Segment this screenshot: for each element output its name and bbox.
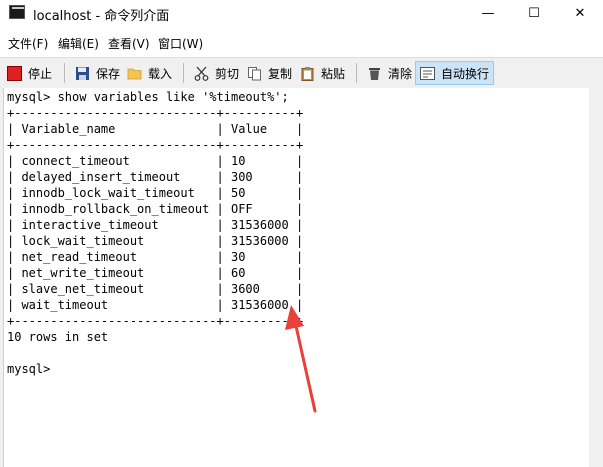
minimize-button[interactable]: — xyxy=(465,0,511,27)
folder-icon xyxy=(127,66,142,81)
menu-view[interactable]: 查看(V) xyxy=(108,35,150,52)
title-bar: localhost - 命令列介面 — ☐ ✕ xyxy=(0,0,603,27)
toolbar: 停止 保存 载入 剪切 复制 粘贴 清除 自动换行 xyxy=(0,57,603,89)
trash-icon xyxy=(367,66,382,81)
console-app-icon xyxy=(9,5,25,19)
paste-label: 粘贴 xyxy=(321,66,346,81)
console-line: | wait_timeout | 31536000 | xyxy=(7,298,304,312)
toolbar-divider xyxy=(356,63,357,83)
console-line: | slave_net_timeout | 3600 | xyxy=(7,282,304,296)
console-line: | connect_timeout | 10 | xyxy=(7,154,304,168)
console-line: | innodb_rollback_on_timeout | OFF | xyxy=(7,202,304,216)
console-output[interactable]: mysql> show variables like '%timeout%'; +… xyxy=(4,88,589,467)
clear-label: 清除 xyxy=(388,66,413,81)
window-title: localhost - 命令列介面 xyxy=(33,9,170,24)
console-line: | interactive_timeout | 31536000 | xyxy=(7,218,304,232)
console-line: +----------------------------+----------… xyxy=(7,106,304,120)
stop-icon xyxy=(7,65,22,81)
paste-button[interactable]: 粘贴 xyxy=(300,61,345,85)
save-button[interactable]: 保存 xyxy=(75,61,120,85)
console-line: | lock_wait_timeout | 31536000 | xyxy=(7,234,304,248)
console-line: | innodb_lock_wait_timeout | 50 | xyxy=(7,186,304,200)
console-line: +----------------------------+----------… xyxy=(7,314,304,328)
maximize-button[interactable]: ☐ xyxy=(511,0,557,27)
copy-button[interactable]: 复制 xyxy=(247,61,292,85)
save-label: 保存 xyxy=(96,66,121,81)
stop-label: 停止 xyxy=(28,66,53,81)
console-line: mysql> show variables like '%timeout%'; xyxy=(7,90,289,104)
console-line: | net_write_timeout | 60 | xyxy=(7,266,304,280)
console-line: mysql> xyxy=(7,362,51,376)
word-wrap-icon xyxy=(420,66,435,81)
toolbar-divider xyxy=(64,63,65,83)
cut-label: 剪切 xyxy=(215,66,240,81)
word-wrap-toggle[interactable]: 自动换行 xyxy=(415,61,495,85)
close-button[interactable]: ✕ xyxy=(557,0,603,27)
clipboard-icon xyxy=(300,66,315,81)
load-button[interactable]: 载入 xyxy=(127,61,172,85)
menu-window[interactable]: 窗口(W) xyxy=(158,35,203,52)
cut-button[interactable]: 剪切 xyxy=(194,61,239,85)
copy-icon xyxy=(247,66,262,81)
clear-button[interactable]: 清除 xyxy=(367,61,412,85)
scissors-icon xyxy=(194,66,209,81)
console-line: 10 rows in set xyxy=(7,330,109,344)
vertical-scrollbar[interactable] xyxy=(589,88,603,467)
menu-edit[interactable]: 编辑(E) xyxy=(58,35,99,52)
floppy-disk-icon xyxy=(75,66,90,81)
console-line: | delayed_insert_timeout | 300 | xyxy=(7,170,304,184)
copy-label: 复制 xyxy=(268,66,293,81)
console-line: | net_read_timeout | 30 | xyxy=(7,250,304,264)
load-label: 载入 xyxy=(148,66,173,81)
console-line: | Variable_name | Value | xyxy=(7,122,304,136)
console-line: +----------------------------+----------… xyxy=(7,138,304,152)
word-wrap-label: 自动换行 xyxy=(441,66,490,81)
toolbar-divider xyxy=(183,63,184,83)
menu-file[interactable]: 文件(F) xyxy=(8,35,48,52)
stop-button[interactable]: 停止 xyxy=(7,61,52,85)
